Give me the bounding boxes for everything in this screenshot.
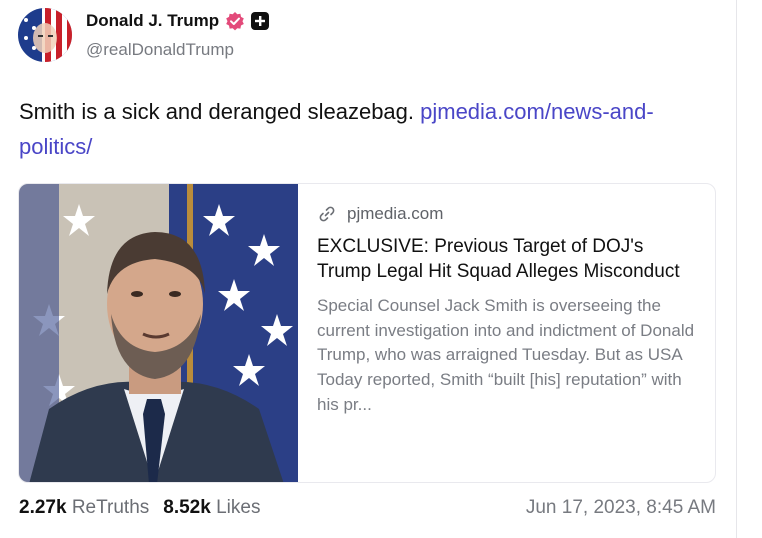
link-preview-text: pjmedia.com EXCLUSIVE: Previous Target o…: [317, 204, 697, 418]
retruths-count: 2.27k: [19, 497, 67, 518]
plus-badge-icon: [251, 12, 270, 30]
likes-count: 8.52k: [163, 497, 211, 518]
author-display-name[interactable]: Donald J. Trump: [86, 11, 219, 31]
author-name-row: Donald J. Trump: [86, 11, 270, 31]
avatar-image: [18, 8, 72, 62]
retruths-stat[interactable]: 2.27k ReTruths: [19, 497, 149, 519]
link-preview-card[interactable]: pjmedia.com EXCLUSIVE: Previous Target o…: [18, 183, 716, 483]
author-avatar[interactable]: [18, 8, 72, 62]
likes-label: Likes: [216, 497, 261, 518]
link-domain: pjmedia.com: [347, 204, 444, 223]
link-title[interactable]: EXCLUSIVE: Previous Target of DOJ's Trum…: [317, 234, 697, 284]
post-body: Smith is a sick and deranged sleazebag. …: [19, 94, 719, 164]
retruths-label: ReTruths: [71, 497, 150, 518]
link-domain-row: pjmedia.com: [317, 204, 697, 224]
column-divider: [736, 0, 737, 538]
link-description: Special Counsel Jack Smith is overseeing…: [317, 296, 695, 414]
author-handle[interactable]: @realDonaldTrump: [86, 40, 234, 60]
post-timestamp[interactable]: Jun 17, 2023, 8:45 AM: [526, 497, 716, 519]
post-stats: 2.27k ReTruths 8.52k Likes: [19, 497, 260, 519]
likes-stat[interactable]: 8.52k Likes: [163, 497, 260, 519]
verified-badge-icon: [225, 11, 245, 31]
post-text: Smith is a sick and deranged sleazebag.: [19, 99, 421, 124]
link-icon: [317, 204, 337, 224]
link-preview-image: [19, 184, 298, 482]
